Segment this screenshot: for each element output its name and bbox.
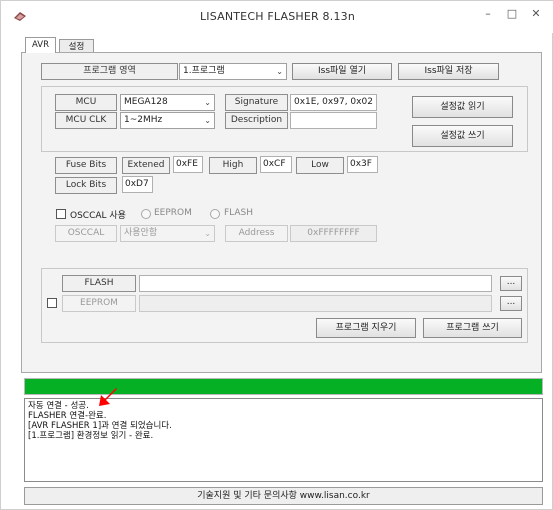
eeprom-radio-label: EEPROM — [154, 208, 192, 218]
fuse-bits-label: Fuse Bits — [55, 157, 117, 174]
extended-label: Extened — [122, 157, 170, 174]
flash-radio[interactable] — [210, 209, 220, 219]
eeprom-radio[interactable] — [141, 209, 151, 219]
support-footer[interactable]: 기술지원 및 기타 문의사항 www.lisan.co.kr — [24, 487, 543, 505]
flash-label: FLASH — [62, 275, 136, 292]
red-arrow-icon — [99, 388, 117, 406]
chevron-down-icon: ⌄ — [204, 116, 211, 125]
close-button[interactable]: ✕ — [525, 5, 547, 23]
osccal-use-label: OSCCAL 사용 — [70, 211, 126, 221]
erase-program-button[interactable]: 프로그램 지우기 — [316, 318, 416, 338]
low-fuse-field[interactable]: 0x3F — [347, 156, 378, 173]
write-program-button[interactable]: 프로그램 쓰기 — [423, 318, 522, 338]
flash-path-field[interactable] — [139, 275, 492, 292]
eeprom-path-field[interactable] — [139, 295, 492, 312]
program-area-select[interactable]: 1.프로그램 ⌄ — [179, 63, 287, 80]
window-title: LISANTECH FLASHER 8.13n — [199, 10, 356, 23]
log-line: [AVR FLASHER 1]과 연결 되었습니다. — [28, 421, 172, 431]
maximize-button[interactable]: □ — [501, 5, 523, 23]
title-bar: LISANTECH FLASHER 8.13n – □ ✕ — [1, 1, 553, 33]
lock-bits-label: Lock Bits — [55, 177, 117, 194]
tab-settings[interactable]: 설정 — [59, 39, 94, 53]
minimize-button[interactable]: – — [477, 5, 499, 23]
osccal-mode-select[interactable]: 사용안함 ⌄ — [120, 225, 215, 242]
mcu-value: MEGA128 — [124, 97, 168, 107]
address-label: Address — [225, 225, 288, 242]
osccal-label: OSCCAL — [55, 225, 117, 242]
chevron-down-icon: ⌄ — [204, 98, 211, 107]
chevron-down-icon: ⌄ — [204, 229, 211, 238]
tab-avr[interactable]: AVR — [25, 37, 56, 53]
flash-browse-button[interactable]: ... — [500, 276, 522, 291]
program-area-label: 프로그램 영역 — [41, 63, 178, 80]
mcu-clk-label: MCU CLK — [55, 112, 117, 129]
mcu-clk-value: 1~2MHz — [124, 115, 163, 125]
flasher-window: LISANTECH FLASHER 8.13n – □ ✕ AVR 설정 프로그… — [0, 0, 553, 510]
open-iss-button[interactable]: Iss파일 열기 — [292, 63, 392, 80]
extended-fuse-field[interactable]: 0xFE — [173, 156, 203, 173]
signature-label: Signature — [225, 94, 288, 111]
description-label: Description — [225, 112, 288, 129]
eeprom-checkbox[interactable] — [47, 298, 57, 308]
mcu-label: MCU — [55, 94, 117, 111]
osccal-use-checkbox[interactable] — [56, 209, 66, 219]
eeprom-label: EEPROM — [62, 295, 136, 312]
log-output[interactable]: 자동 연결 - 성공. FLASHER 연결-완료. [AVR FLASHER … — [24, 398, 543, 482]
chevron-down-icon: ⌄ — [276, 67, 283, 76]
low-label: Low — [296, 157, 344, 174]
high-label: High — [209, 157, 257, 174]
program-area-value: 1.프로그램 — [183, 66, 225, 76]
description-field[interactable] — [290, 112, 377, 129]
eeprom-browse-button[interactable]: ... — [500, 296, 522, 311]
write-settings-button[interactable]: 설정값 쓰기 — [412, 125, 513, 147]
address-field[interactable]: 0xFFFFFFFF — [290, 225, 377, 242]
read-settings-button[interactable]: 설정값 읽기 — [412, 96, 513, 118]
signature-field: 0x1E, 0x97, 0x02 — [290, 94, 377, 111]
log-line: [1.프로그램] 환경정보 읽기 - 완료. — [28, 431, 154, 441]
osccal-mode-value: 사용안함 — [124, 228, 158, 238]
flash-radio-label: FLASH — [224, 208, 254, 218]
save-iss-button[interactable]: Iss파일 저장 — [398, 63, 499, 80]
lock-bits-field[interactable]: 0xD7 — [122, 176, 153, 193]
log-line: FLASHER 연결-완료. — [28, 411, 107, 421]
mcu-select[interactable]: MEGA128 ⌄ — [120, 94, 215, 111]
mcu-clk-select[interactable]: 1~2MHz ⌄ — [120, 112, 215, 129]
high-fuse-field[interactable]: 0xCF — [260, 156, 292, 173]
